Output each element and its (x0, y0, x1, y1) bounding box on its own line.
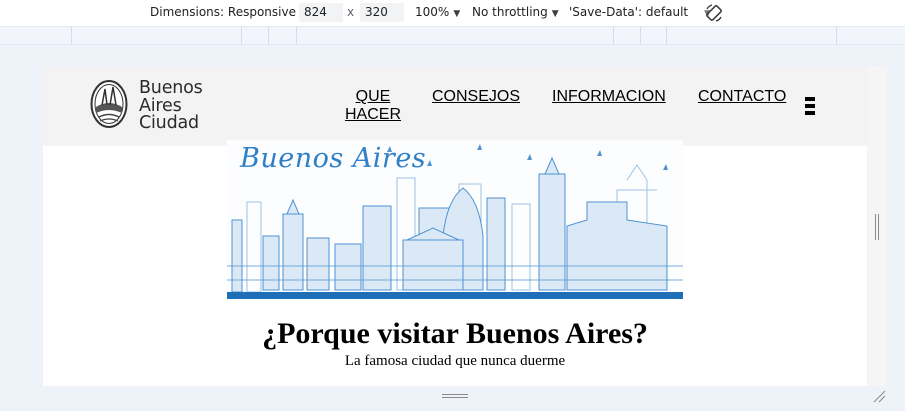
rotate-icon[interactable] (704, 3, 724, 23)
nav-link-informacion[interactable]: INFORMACION (552, 88, 666, 106)
save-data-label: 'Save-Data': default (569, 5, 689, 19)
dimensions-dropdown[interactable]: Dimensions: Responsive▼ (150, 5, 307, 19)
height-input[interactable]: 320 (360, 3, 404, 22)
nav-link-contacto[interactable]: CONTACTO (698, 88, 786, 106)
logo-text: Buenos Aires Ciudad (139, 78, 203, 133)
resize-grip-icon (875, 214, 879, 240)
throttling-dropdown[interactable]: No throttling ▼ (472, 5, 559, 19)
corner-resize-icon[interactable] (872, 389, 886, 403)
caret-down-icon: ▼ (551, 9, 559, 19)
bottom-resize-handle[interactable] (442, 394, 468, 400)
zoom-dropdown[interactable]: 100% ▼ (415, 5, 460, 19)
city-seal-icon (90, 80, 128, 128)
throttling-label: No throttling (472, 5, 548, 19)
dimensions-label: Dimensions: Responsive (150, 5, 296, 19)
caret-down-icon: ▼ (453, 9, 461, 19)
nav-link-que-hacer[interactable]: QUE HACER (340, 88, 406, 124)
site-logo[interactable]: Buenos Aires Ciudad (90, 78, 220, 133)
emulated-page: Buenos Aires Ciudad QUE HACER CONSEJOS I… (43, 66, 867, 386)
site-header: Buenos Aires Ciudad QUE HACER CONSEJOS I… (43, 66, 867, 146)
hamburger-menu-icon[interactable] (805, 97, 817, 116)
right-resize-handle[interactable] (867, 66, 887, 386)
zoom-label: 100% (415, 5, 450, 19)
page-subline: La famosa ciudad que nunca duerme (344, 353, 566, 369)
nav-link-consejos[interactable]: CONSEJOS (432, 88, 520, 106)
hero-skyline-image: Buenos Aires (227, 140, 683, 299)
device-toolbar: Dimensions: Responsive▼ 824 x 320 100%▼ … (0, 0, 905, 26)
logo-line: Buenos (139, 78, 203, 98)
width-input[interactable]: 824 (299, 3, 343, 22)
page-headline: ¿Porque visitar Buenos Aires? (262, 317, 648, 350)
times-separator: x (347, 5, 355, 19)
skyline-illustration (227, 144, 683, 299)
media-query-ruler (0, 26, 905, 45)
save-data-dropdown[interactable]: 'Save-Data': default ▼ (569, 5, 711, 19)
logo-line: Ciudad (139, 113, 199, 133)
